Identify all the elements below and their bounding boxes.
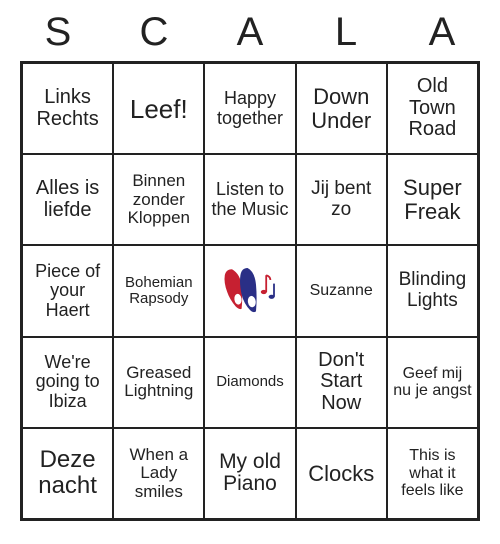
bingo-cell[interactable]: Jij bent zo	[296, 154, 387, 245]
cell-text: Alles is liefde	[27, 178, 108, 221]
cell-text: Greased Lightning	[118, 364, 199, 401]
cell-text: Down Under	[301, 85, 382, 133]
bingo-cell[interactable]: Suzanne	[296, 245, 387, 336]
cell-text: Links Rechts	[27, 87, 108, 130]
cell-text: Super Freak	[392, 176, 473, 224]
bingo-cell[interactable]: Geef mij nu je angst	[387, 337, 478, 428]
bingo-cell[interactable]: Greased Lightning	[113, 337, 204, 428]
bingo-cell[interactable]: When a Lady smiles	[113, 428, 204, 519]
bingo-header: S C A L A	[20, 10, 480, 55]
cell-text: Blinding Lights	[392, 270, 473, 311]
cell-text: We're going to Ibiza	[27, 353, 108, 411]
bingo-card: Links Rechts Leef! Happy together Down U…	[20, 61, 480, 521]
bingo-cell[interactable]: Binnen zonder Kloppen	[113, 154, 204, 245]
bingo-cell[interactable]: Blinding Lights	[387, 245, 478, 336]
bingo-cell[interactable]: Diamonds	[204, 337, 295, 428]
cell-text: Leef!	[130, 95, 188, 123]
bingo-cell[interactable]: Down Under	[296, 63, 387, 154]
bingo-cell[interactable]: Links Rechts	[22, 63, 113, 154]
bingo-cell[interactable]: Listen to the Music	[204, 154, 295, 245]
cell-text: Clocks	[308, 462, 374, 486]
bingo-cell[interactable]: Don't Start Now	[296, 337, 387, 428]
singing-faces-music-notes-icon	[219, 262, 281, 320]
cell-text: Old Town Road	[392, 76, 473, 141]
bingo-cell[interactable]: Alles is liefde	[22, 154, 113, 245]
cell-text: Piece of your Haert	[27, 262, 108, 320]
cell-text: Jij bent zo	[301, 179, 382, 220]
header-letter: A	[422, 10, 462, 55]
cell-text: Bohemian Rapsody	[118, 275, 199, 307]
header-letter: L	[326, 10, 366, 55]
cell-text: When a Lady smiles	[118, 446, 199, 501]
bingo-cell[interactable]: We're going to Ibiza	[22, 337, 113, 428]
cell-text: This is what it feels like	[392, 447, 473, 499]
cell-text: Listen to the Music	[209, 180, 290, 219]
cell-text: Don't Start Now	[301, 350, 382, 415]
header-letter: C	[134, 10, 174, 55]
bingo-cell[interactable]: Old Town Road	[387, 63, 478, 154]
bingo-cell[interactable]: Super Freak	[387, 154, 478, 245]
bingo-cell[interactable]: Bohemian Rapsody	[113, 245, 204, 336]
cell-text: Diamonds	[216, 374, 284, 390]
bingo-cell[interactable]: Happy together	[204, 63, 295, 154]
cell-text: Geef mij nu je angst	[392, 365, 473, 400]
bingo-cell[interactable]: This is what it feels like	[387, 428, 478, 519]
bingo-cell[interactable]: Leef!	[113, 63, 204, 154]
bingo-cell[interactable]: Clocks	[296, 428, 387, 519]
cell-text: My old Piano	[209, 451, 290, 496]
bingo-cell[interactable]: My old Piano	[204, 428, 295, 519]
header-letter: S	[38, 10, 78, 55]
cell-text: Happy together	[209, 89, 290, 128]
bingo-cell[interactable]: Piece of your Haert	[22, 245, 113, 336]
cell-text: Binnen zonder Kloppen	[118, 172, 199, 227]
cell-text: Deze nacht	[27, 447, 108, 499]
header-letter: A	[230, 10, 270, 55]
cell-text: Suzanne	[310, 282, 373, 299]
bingo-cell[interactable]: Deze nacht	[22, 428, 113, 519]
bingo-free-space[interactable]	[204, 245, 295, 336]
